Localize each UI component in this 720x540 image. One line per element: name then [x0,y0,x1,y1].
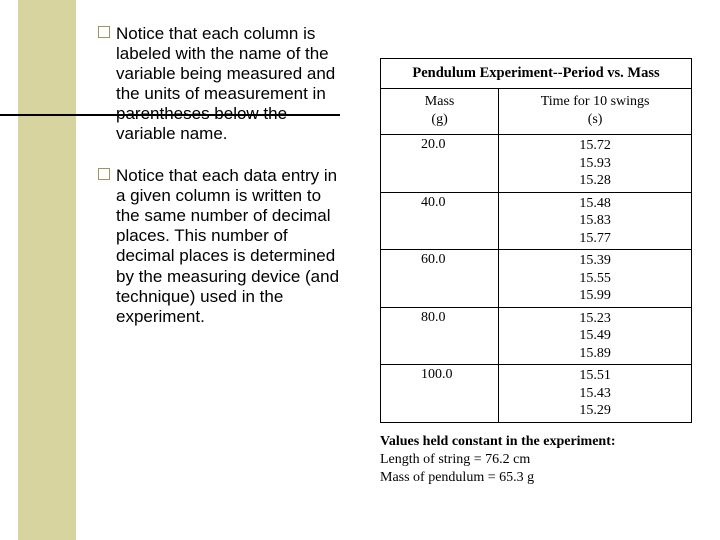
constants-line-1: Length of string = 76.2 cm [380,451,692,469]
time-val: 15.55 [579,271,611,286]
table-title-row: Pendulum Experiment--Period vs. Mass [381,59,692,89]
time-val: 15.93 [579,156,611,171]
table-row: 20.0 15.72 15.93 15.28 [381,135,692,193]
slide: Notice that each column is labeled with … [0,0,720,540]
time-cell: 15.72 15.93 15.28 [499,135,692,193]
bullet-square-icon [98,26,110,38]
accent-bar [18,0,76,540]
paragraph-1-text: Notice that each column is labeled with … [116,24,335,143]
time-val: 15.99 [579,288,611,303]
col-head-mass: Mass (g) [381,89,499,135]
time-cell: 15.39 15.55 15.99 [499,250,692,308]
time-val: 15.49 [579,328,611,343]
time-val: 15.48 [579,196,611,211]
right-panel: Pendulum Experiment--Period vs. Mass Mas… [380,58,692,487]
col2-name: Time for 10 swings [541,94,650,109]
constants-block: Values held constant in the experiment: … [380,433,692,488]
table-row: 100.0 15.51 15.43 15.29 [381,365,692,423]
time-val: 15.77 [579,231,611,246]
mass-cell: 20.0 [381,135,499,193]
mass-cell: 60.0 [381,250,499,308]
time-val: 15.39 [579,253,611,268]
body-text: Notice that each column is labeled with … [98,24,348,349]
col-head-time: Time for 10 swings (s) [499,89,692,135]
table-row: 40.0 15.48 15.83 15.77 [381,192,692,250]
time-val: 15.89 [579,346,611,361]
col1-name: Mass [425,94,455,109]
experiment-table: Pendulum Experiment--Period vs. Mass Mas… [380,58,692,423]
bullet-square-icon [98,168,110,180]
mass-cell: 40.0 [381,192,499,250]
time-val: 15.72 [579,138,611,153]
paragraph-1: Notice that each column is labeled with … [98,24,348,144]
time-cell: 15.23 15.49 15.89 [499,307,692,365]
mass-cell: 100.0 [381,365,499,423]
constants-line-2: Mass of pendulum = 65.3 g [380,469,692,487]
table-row: 80.0 15.23 15.49 15.89 [381,307,692,365]
table-header-row: Mass (g) Time for 10 swings (s) [381,89,692,135]
col2-unit: (s) [588,112,603,127]
time-val: 15.28 [579,173,611,188]
time-val: 15.51 [579,368,611,383]
time-cell: 15.48 15.83 15.77 [499,192,692,250]
time-val: 15.29 [579,403,611,418]
paragraph-2-text: Notice that each data entry in a given c… [116,166,339,325]
time-val: 15.83 [579,213,611,228]
paragraph-2: Notice that each data entry in a given c… [98,166,348,326]
col1-unit: (g) [431,112,447,127]
time-val: 15.43 [579,386,611,401]
constants-caption: Values held constant in the experiment: [380,433,692,451]
table-title: Pendulum Experiment--Period vs. Mass [381,59,692,89]
table-row: 60.0 15.39 15.55 15.99 [381,250,692,308]
mass-cell: 80.0 [381,307,499,365]
time-val: 15.23 [579,311,611,326]
time-cell: 15.51 15.43 15.29 [499,365,692,423]
